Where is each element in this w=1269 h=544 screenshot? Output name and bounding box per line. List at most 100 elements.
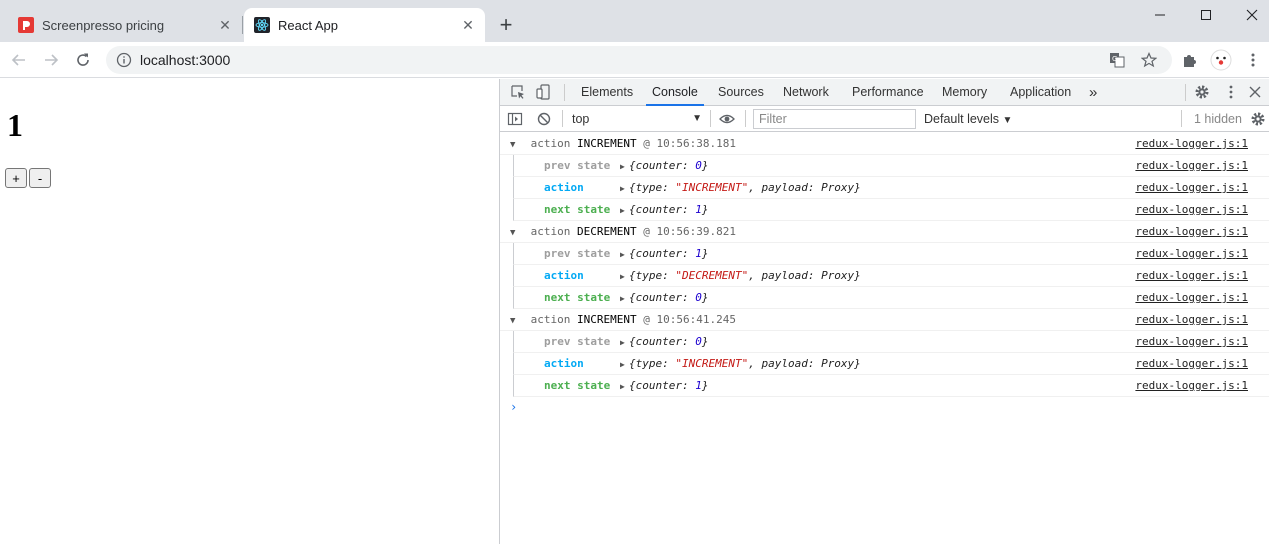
log-row-next-state: next state ▶ {counter: 1} redux-logger.js:… — [513, 375, 1269, 397]
reload-icon[interactable] — [71, 48, 95, 72]
row-label: next state — [544, 291, 611, 304]
tab-console[interactable]: Console — [646, 79, 704, 106]
log-levels-dropdown[interactable]: Default levels ▼ — [924, 110, 1012, 130]
object-text: {counter: — [629, 159, 696, 172]
customize-menu-icon[interactable] — [1223, 84, 1239, 100]
source-link[interactable]: redux-logger.js:1 — [1135, 265, 1248, 286]
log-group-header[interactable]: ▼ action INCREMENT @ 10:56:38.181 redux-… — [500, 133, 1269, 155]
divider — [710, 110, 711, 127]
source-link[interactable]: redux-logger.js:1 — [1135, 309, 1248, 330]
increment-button[interactable]: + — [5, 168, 27, 188]
live-expression-eye-icon[interactable] — [719, 111, 735, 127]
console-filter-input[interactable]: Filter — [753, 109, 916, 129]
maximize-icon[interactable] — [1183, 0, 1229, 30]
source-link[interactable]: redux-logger.js:1 — [1135, 353, 1248, 374]
close-window-icon[interactable] — [1229, 0, 1269, 30]
row-label: prev state — [544, 159, 611, 172]
source-link[interactable]: redux-logger.js:1 — [1135, 177, 1248, 198]
inspect-element-icon[interactable] — [510, 84, 526, 100]
expand-object-icon[interactable]: ▶ — [620, 178, 629, 199]
extensions-icon[interactable] — [1177, 48, 1201, 72]
chrome-menu-icon[interactable] — [1241, 48, 1265, 72]
new-tab-button[interactable]: + — [494, 12, 518, 37]
expand-object-icon[interactable]: ▶ — [620, 200, 629, 221]
profile-avatar-icon[interactable] — [1209, 48, 1233, 72]
tab-strip: Screenpresso pricing ✕ React App ✕ + — [0, 0, 1269, 42]
minimize-icon[interactable] — [1137, 0, 1183, 30]
close-icon[interactable]: ✕ — [460, 17, 476, 33]
browser-toolbar: localhost:3000 G — [0, 42, 1269, 78]
settings-gear-icon[interactable] — [1194, 84, 1210, 100]
close-icon[interactable]: ✕ — [217, 17, 233, 33]
close-devtools-icon[interactable] — [1247, 84, 1263, 100]
translate-icon[interactable]: G — [1105, 48, 1129, 72]
source-link[interactable]: redux-logger.js:1 — [1135, 243, 1248, 264]
source-link[interactable]: redux-logger.js:1 — [1135, 155, 1248, 176]
expand-triangle-icon[interactable]: ▼ — [510, 223, 524, 244]
more-tabs-button[interactable]: » — [1083, 79, 1103, 106]
clear-console-icon[interactable] — [536, 111, 552, 127]
log-row-prev-state: prev state ▶ {counter: 0} redux-logger.js:… — [513, 155, 1269, 177]
tab-separator — [242, 16, 243, 34]
context-selector[interactable]: top ▼ — [570, 110, 702, 128]
expand-object-icon[interactable]: ▶ — [620, 376, 629, 397]
device-toolbar-icon[interactable] — [536, 84, 552, 100]
object-text: } — [701, 291, 709, 304]
log-row-prev-state: prev state ▶ {counter: 1} redux-logger.js:… — [513, 243, 1269, 265]
source-link[interactable]: redux-logger.js:1 — [1135, 375, 1248, 396]
expand-object-icon[interactable]: ▶ — [620, 288, 629, 309]
tab-sources[interactable]: Sources — [712, 79, 770, 106]
dropdown-arrow-icon: ▼ — [1002, 115, 1013, 126]
object-text: , payload: Proxy} — [748, 269, 861, 282]
object-text: {counter: — [629, 291, 696, 304]
expand-object-icon[interactable]: ▶ — [620, 332, 629, 353]
page-viewport: 1 + - — [0, 79, 499, 544]
tab-performance[interactable]: Performance — [846, 79, 930, 106]
tab-application[interactable]: Application — [1004, 79, 1077, 106]
source-link[interactable]: redux-logger.js:1 — [1135, 331, 1248, 352]
context-value: top — [572, 112, 590, 126]
expand-object-icon[interactable]: ▶ — [620, 354, 629, 375]
back-icon[interactable] — [7, 48, 31, 72]
expand-triangle-icon[interactable]: ▼ — [510, 311, 524, 332]
tab-react-app[interactable]: React App ✕ — [244, 8, 485, 42]
address-bar[interactable]: localhost:3000 — [106, 46, 1172, 74]
expand-object-icon[interactable]: ▶ — [620, 266, 629, 287]
log-row-action: action ▶ {type: "INCREMENT", payload: Prox… — [513, 353, 1269, 375]
info-icon[interactable] — [116, 52, 132, 68]
bookmark-star-icon[interactable] — [1137, 48, 1161, 72]
divider — [1181, 110, 1182, 127]
expand-object-icon[interactable]: ▶ — [620, 156, 629, 177]
forward-icon[interactable] — [39, 48, 63, 72]
log-group-header[interactable]: ▼ action DECREMENT @ 10:56:39.821 redux-… — [500, 221, 1269, 243]
console-messages: ▼ action INCREMENT @ 10:56:38.181 redux-… — [500, 133, 1269, 417]
console-settings-gear-icon[interactable] — [1250, 111, 1266, 127]
source-link[interactable]: redux-logger.js:1 — [1135, 287, 1248, 308]
group-prefix: action — [530, 225, 571, 238]
group-prefix: action — [530, 313, 571, 326]
dropdown-arrow-icon: ▼ — [692, 113, 702, 124]
decrement-button[interactable]: - — [29, 168, 51, 188]
tab-network[interactable]: Network — [777, 79, 835, 106]
object-text: {type: — [629, 269, 676, 282]
object-text: } — [701, 203, 709, 216]
source-link[interactable]: redux-logger.js:1 — [1135, 199, 1248, 220]
expand-object-icon[interactable]: ▶ — [620, 244, 629, 265]
console-prompt[interactable]: › — [500, 397, 1269, 417]
object-text: } — [701, 335, 709, 348]
source-link[interactable]: redux-logger.js:1 — [1135, 221, 1248, 242]
sidebar-toggle-icon[interactable] — [507, 111, 523, 127]
row-label: action — [544, 181, 584, 194]
tab-screenpresso[interactable]: Screenpresso pricing ✕ — [8, 8, 242, 42]
row-label: prev state — [544, 335, 611, 348]
object-text: , payload: Proxy} — [748, 181, 861, 194]
tab-memory[interactable]: Memory — [936, 79, 993, 106]
object-text: {counter: — [629, 247, 696, 260]
screenpresso-icon — [18, 17, 34, 33]
object-value: 0 — [695, 335, 702, 348]
log-group-header[interactable]: ▼ action INCREMENT @ 10:56:41.245 redux-… — [500, 309, 1269, 331]
expand-triangle-icon[interactable]: ▼ — [510, 135, 524, 156]
object-value: 1 — [695, 247, 702, 260]
tab-elements[interactable]: Elements — [575, 79, 639, 106]
source-link[interactable]: redux-logger.js:1 — [1135, 133, 1248, 154]
